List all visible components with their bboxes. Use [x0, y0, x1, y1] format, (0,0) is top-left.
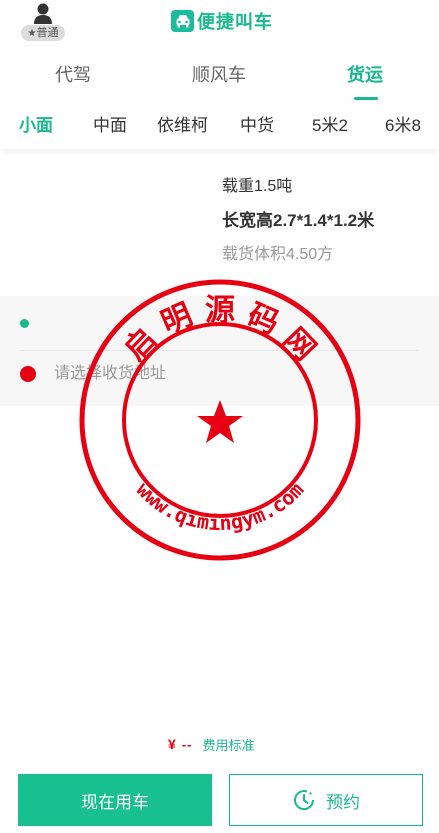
fee-currency: ¥ — [168, 736, 176, 752]
user-avatar-icon — [34, 3, 52, 24]
dropoff-dot-icon — [20, 366, 36, 382]
tab-freight[interactable]: 货运 — [292, 52, 438, 100]
tab-designated-driver[interactable]: 代驾 — [0, 52, 146, 100]
reserve-button[interactable]: 预约 — [229, 774, 423, 826]
member-level-badge: ★普通 — [21, 25, 65, 41]
vehicle-type-tabs: 小面 中面 依维柯 中货 5米2 6米8 — [0, 103, 439, 149]
vehicle-tab-6m8[interactable]: 6米8 — [385, 103, 421, 149]
vehicle-tab-5m2[interactable]: 5米2 — [312, 103, 348, 149]
service-tabs: 代驾 顺风车 货运 — [0, 52, 439, 100]
pickup-row[interactable] — [0, 296, 439, 350]
watermark-bottom-text: www.qimingym.com — [132, 478, 309, 536]
vehicle-tab-medium-van[interactable]: 中面 — [93, 103, 127, 149]
user-profile[interactable]: ★普通 — [21, 3, 65, 41]
pickup-address-input[interactable] — [54, 296, 414, 350]
fee-row: ¥ -- 费用标准 — [168, 734, 254, 754]
address-panel — [0, 296, 439, 406]
pickup-dot-icon — [20, 319, 29, 328]
app-title-text: 便捷叫车 — [197, 12, 273, 32]
spec-load: 载重1.5吨 — [222, 178, 293, 195]
spec-volume: 载货体积4.50方 — [222, 246, 334, 263]
vehicle-tab-medium-truck[interactable]: 中货 — [240, 103, 274, 149]
dropoff-address-input[interactable] — [54, 347, 414, 401]
vehicle-spec: 载重1.5吨 长宽高2.7*1.4*1.2米 载货体积4.50方 — [222, 176, 374, 266]
star-icon — [197, 400, 243, 443]
car-icon — [171, 10, 194, 32]
vehicle-tab-small-van[interactable]: 小面 — [19, 103, 53, 149]
spec-dimensions: 长宽高2.7*1.4*1.2米 — [222, 211, 375, 230]
member-level-label: 普通 — [36, 27, 59, 39]
tab-carpool[interactable]: 顺风车 — [146, 52, 292, 100]
top-bar: ★普通 便捷叫车 — [0, 0, 439, 42]
tab-label: 顺风车 — [192, 65, 246, 85]
use-car-now-button[interactable]: 现在用车 — [18, 774, 212, 826]
active-tab-indicator — [354, 97, 378, 100]
clock-icon — [292, 788, 316, 812]
app-title: 便捷叫车 — [171, 9, 273, 33]
reserve-label: 预约 — [326, 792, 360, 812]
vehicle-tab-iveco[interactable]: 依维柯 — [157, 103, 208, 149]
tab-label: 代驾 — [55, 65, 91, 85]
fee-standard-link[interactable]: 费用标准 — [202, 735, 254, 754]
dropoff-row[interactable] — [0, 347, 439, 406]
fee-amount: -- — [181, 736, 193, 752]
tab-label: 货运 — [347, 65, 383, 85]
